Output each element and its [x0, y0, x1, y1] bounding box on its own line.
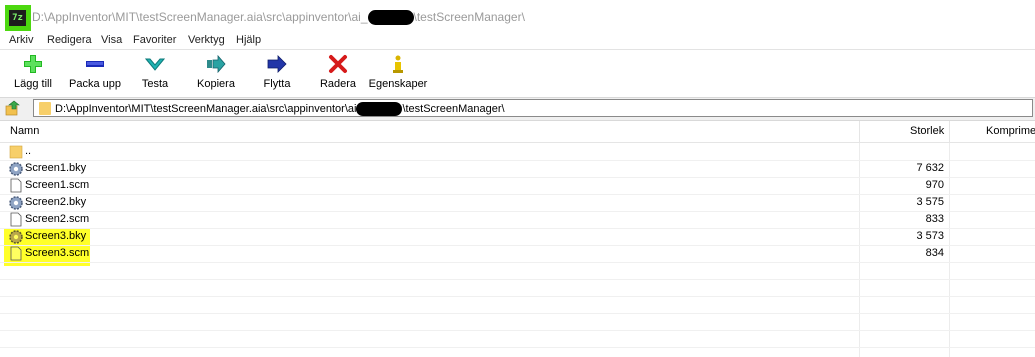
- file-name: Screen3.scm: [25, 247, 90, 259]
- add-button[interactable]: Lägg till: [9, 52, 57, 96]
- window-title-prefix: D:\AppInventor\MIT\testScreenManager.aia…: [32, 10, 368, 24]
- row-name-cell: Screen1.bky: [6, 160, 86, 177]
- column-header-compressed[interactable]: Komprime: [986, 125, 1035, 137]
- gear-file-icon: [9, 196, 23, 210]
- folder-icon: [9, 145, 23, 159]
- list-item[interactable]: Screen1.bky 7 632: [0, 160, 1035, 178]
- row-name-cell: Screen2.bky: [6, 194, 86, 211]
- file-name: Screen2.scm: [25, 213, 90, 225]
- column-header-name[interactable]: Namn: [10, 125, 39, 137]
- window-title-suffix: \testScreenManager\: [413, 10, 525, 24]
- menu-redigera[interactable]: Redigera: [47, 34, 92, 46]
- file-name: Screen2.bky: [25, 196, 87, 208]
- plus-icon: [24, 55, 42, 73]
- empty-row: [0, 262, 1035, 280]
- app-icon-label: 7z: [9, 10, 26, 26]
- check-icon: [145, 58, 165, 71]
- address-prefix: D:\AppInventor\MIT\testScreenManager.aia…: [55, 102, 357, 115]
- address-path: D:\AppInventor\MIT\testScreenManager.aia…: [55, 102, 505, 116]
- file-size: 970: [925, 179, 944, 191]
- row-name-cell: Screen2.scm: [6, 211, 89, 228]
- address-bar: D:\AppInventor\MIT\testScreenManager.aia…: [0, 97, 1035, 121]
- address-input[interactable]: D:\AppInventor\MIT\testScreenManager.aia…: [33, 99, 1033, 117]
- window-title: D:\AppInventor\MIT\testScreenManager.aia…: [32, 10, 525, 26]
- delete-button-label: Radera: [319, 78, 357, 90]
- test-button[interactable]: Testa: [135, 52, 175, 96]
- move-arrow-icon: [267, 55, 287, 73]
- empty-row: [0, 279, 1035, 297]
- column-divider[interactable]: [859, 121, 860, 142]
- list-item[interactable]: Screen3.bky 3 573: [0, 228, 1035, 246]
- address-redaction: [356, 102, 403, 116]
- address-suffix: \testScreenManager\: [402, 102, 505, 115]
- gear-file-icon: [9, 162, 23, 176]
- menu-arkiv[interactable]: Arkiv: [9, 34, 33, 46]
- folder-icon: [39, 102, 51, 115]
- column-header-size[interactable]: Storlek: [910, 125, 944, 137]
- move-button-label: Flytta: [263, 78, 291, 90]
- row-name-cell: Screen3.scm: [6, 245, 89, 262]
- list-item[interactable]: Screen1.scm 970: [0, 177, 1035, 195]
- file-name: ..: [25, 145, 32, 157]
- menu-verktyg[interactable]: Verktyg: [188, 34, 225, 46]
- minus-icon: [86, 61, 104, 67]
- file-size: 833: [925, 213, 944, 225]
- copy-arrow-icon: [207, 54, 226, 74]
- file-size: 3 575: [916, 196, 944, 208]
- file-name: Screen1.scm: [25, 179, 90, 191]
- document-icon: [10, 178, 22, 193]
- empty-row: [0, 313, 1035, 331]
- file-name: Screen1.bky: [25, 162, 87, 174]
- properties-button[interactable]: Egenskaper: [368, 52, 428, 96]
- delete-button[interactable]: Radera: [318, 52, 358, 96]
- copy-button[interactable]: Kopiera: [194, 52, 238, 96]
- info-icon: [393, 55, 403, 73]
- 7zip-app-icon[interactable]: 7z: [5, 5, 31, 31]
- file-list: Namn Storlek Komprime .. Screen1.bky 7 6…: [0, 121, 1035, 357]
- extract-button[interactable]: Packa upp: [66, 52, 124, 96]
- list-item[interactable]: Screen3.scm 834: [0, 245, 1035, 263]
- document-icon: [10, 246, 22, 261]
- row-name-cell: ..: [6, 143, 31, 160]
- delete-x-icon: [329, 55, 347, 73]
- up-folder-icon[interactable]: [5, 100, 21, 116]
- empty-row: [0, 296, 1035, 314]
- list-item[interactable]: Screen2.scm 833: [0, 211, 1035, 229]
- add-button-label: Lägg till: [14, 78, 52, 90]
- redaction-mark: [367, 10, 414, 26]
- list-item[interactable]: Screen2.bky 3 575: [0, 194, 1035, 212]
- menu-bar: Arkiv Redigera Visa Favoriter Verktyg Hj…: [0, 34, 1035, 48]
- title-bar: 7z D:\AppInventor\MIT\testScreenManager.…: [0, 0, 1035, 34]
- file-name: Screen3.bky: [25, 230, 87, 242]
- column-divider[interactable]: [949, 121, 950, 142]
- document-icon: [10, 212, 22, 227]
- test-button-label: Testa: [141, 78, 169, 90]
- copy-button-label: Kopiera: [197, 78, 235, 90]
- properties-button-label: Egenskaper: [368, 78, 428, 90]
- list-item[interactable]: ..: [0, 143, 1035, 161]
- gear-file-icon: [9, 230, 23, 244]
- menu-favoriter[interactable]: Favoriter: [133, 34, 176, 46]
- file-size: 3 573: [916, 230, 944, 242]
- menu-hjalp[interactable]: Hjälp: [236, 34, 261, 46]
- empty-row: [0, 330, 1035, 348]
- row-name-cell: Screen3.bky: [6, 228, 86, 245]
- move-button[interactable]: Flytta: [258, 52, 296, 96]
- file-size: 834: [925, 247, 944, 259]
- toolbar: Lägg till Packa upp Testa Kopiera Flytta…: [0, 49, 1035, 98]
- menu-visa[interactable]: Visa: [101, 34, 122, 46]
- row-name-cell: Screen1.scm: [6, 177, 89, 194]
- file-size: 7 632: [916, 162, 944, 174]
- extract-button-label: Packa upp: [69, 78, 121, 90]
- list-header: Namn Storlek Komprime: [0, 121, 1035, 143]
